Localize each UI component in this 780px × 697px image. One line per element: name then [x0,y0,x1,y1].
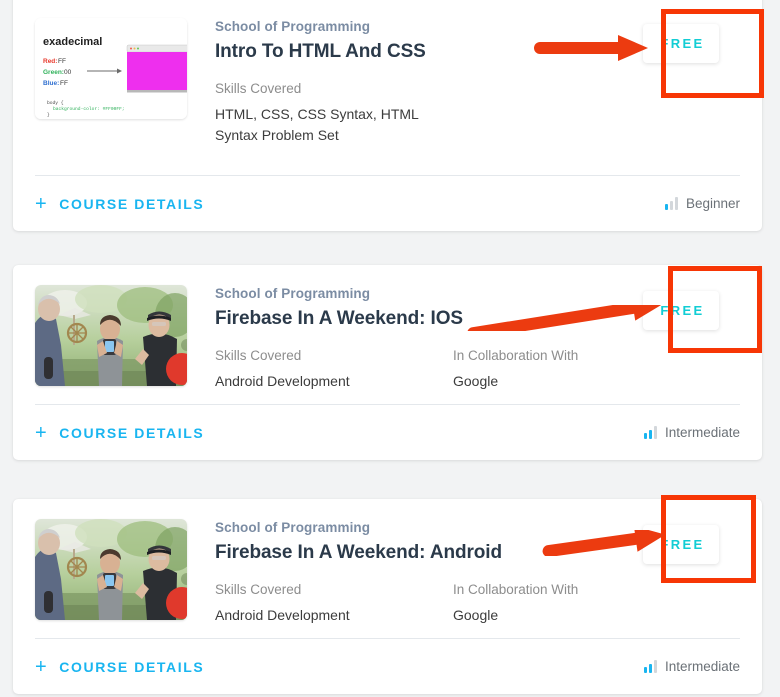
price-badge-free[interactable]: FREE [643,24,719,63]
course-info: School of Programming Firebase In A Week… [187,285,622,392]
difficulty-label: Intermediate [664,659,740,674]
course-title[interactable]: Intro To HTML And CSS [215,40,622,64]
difficulty-indicator: Beginner [664,196,740,211]
course-card-body: School of Programming Firebase In A Week… [13,265,762,392]
collaboration-label: In Collaboration With [453,347,579,363]
skills-covered-label: Skills Covered [215,347,302,363]
collaboration-value: Google [453,607,499,624]
svg-text:FF: FF [58,58,66,65]
difficulty-bars-icon [664,197,678,210]
svg-text:FF: FF [60,80,68,87]
svg-text:exadecimal: exadecimal [43,36,102,48]
course-info: School of Programming Intro To HTML And … [187,18,622,145]
svg-text:body {: body { [47,100,64,106]
course-card-footer: + COURSE DETAILS Intermediate [13,404,762,460]
course-school: School of Programming [215,520,371,535]
plus-icon: + [35,421,49,444]
collaboration-column: In Collaboration With Google [453,581,622,626]
svg-text:}: } [47,112,50,118]
svg-text:background-color: #FF00FF;: background-color: #FF00FF; [53,106,125,112]
difficulty-bars-icon [643,426,657,439]
price-badge-free[interactable]: FREE [643,291,719,330]
price-badge-free[interactable]: FREE [643,525,719,564]
course-card-footer: + COURSE DETAILS Beginner [13,175,762,231]
course-card[interactable]: School of Programming Firebase In A Week… [13,265,762,460]
collaboration-label: In Collaboration With [453,581,579,597]
course-title[interactable]: Firebase In A Weekend: IOS [215,307,622,331]
course-details-label: COURSE DETAILS [59,424,205,441]
course-details-label: COURSE DETAILS [59,658,205,675]
collaboration-column: In Collaboration With Google [453,347,622,392]
hexadecimal-color-lesson-thumbnail[interactable]: exadecimal Red: FF Green: 00 Blue: FF bo… [35,18,187,119]
svg-text:Green:: Green: [43,69,64,76]
course-card[interactable]: School of Programming Firebase In A Week… [13,499,762,694]
course-details-toggle[interactable]: + COURSE DETAILS [35,194,204,214]
course-school: School of Programming [215,19,371,34]
course-meta-row: Skills Covered Android Development In Co… [215,581,622,626]
difficulty-bars-icon [643,660,657,673]
course-school: School of Programming [215,286,371,301]
difficulty-label: Beginner [685,196,740,211]
difficulty-indicator: Intermediate [643,425,740,440]
collaboration-value: Google [453,373,499,390]
skills-column: Skills Covered HTML, CSS, CSS Syntax, HT… [215,80,453,145]
course-card-body: exadecimal Red: FF Green: 00 Blue: FF bo… [13,0,762,145]
difficulty-label: Intermediate [664,425,740,440]
skills-covered-label: Skills Covered [215,80,302,96]
price-area: FREE [622,18,740,63]
plus-icon: + [35,655,49,678]
three-people-outdoors-photo[interactable] [35,519,187,620]
three-people-outdoors-photo[interactable] [35,285,187,386]
course-details-toggle[interactable]: + COURSE DETAILS [35,657,204,677]
course-card[interactable]: exadecimal Red: FF Green: 00 Blue: FF bo… [13,0,762,231]
course-card-body: School of Programming Firebase In A Week… [13,499,762,626]
svg-text:Red:: Red: [43,58,57,65]
difficulty-indicator: Intermediate [643,659,740,674]
skills-column: Skills Covered Android Development [215,347,453,392]
price-area: FREE [622,519,740,564]
price-area: FREE [622,285,740,330]
svg-text:Blue:: Blue: [43,80,59,87]
course-card-footer: + COURSE DETAILS Intermediate [13,638,762,694]
course-details-toggle[interactable]: + COURSE DETAILS [35,423,204,443]
course-catalog-list: exadecimal Red: FF Green: 00 Blue: FF bo… [0,0,780,697]
skills-covered-value: Android Development [215,373,350,390]
svg-text:00: 00 [64,69,72,76]
skills-covered-value: Android Development [215,607,350,624]
course-details-label: COURSE DETAILS [59,195,205,212]
plus-icon: + [35,192,49,215]
course-info: School of Programming Firebase In A Week… [187,519,622,626]
skills-covered-label: Skills Covered [215,581,302,597]
skills-column: Skills Covered Android Development [215,581,453,626]
course-title[interactable]: Firebase In A Weekend: Android [215,541,622,565]
course-meta-row: Skills Covered HTML, CSS, CSS Syntax, HT… [215,80,622,145]
skills-covered-value: HTML, CSS, CSS Syntax, HTML Syntax Probl… [215,106,419,143]
course-meta-row: Skills Covered Android Development In Co… [215,347,622,392]
